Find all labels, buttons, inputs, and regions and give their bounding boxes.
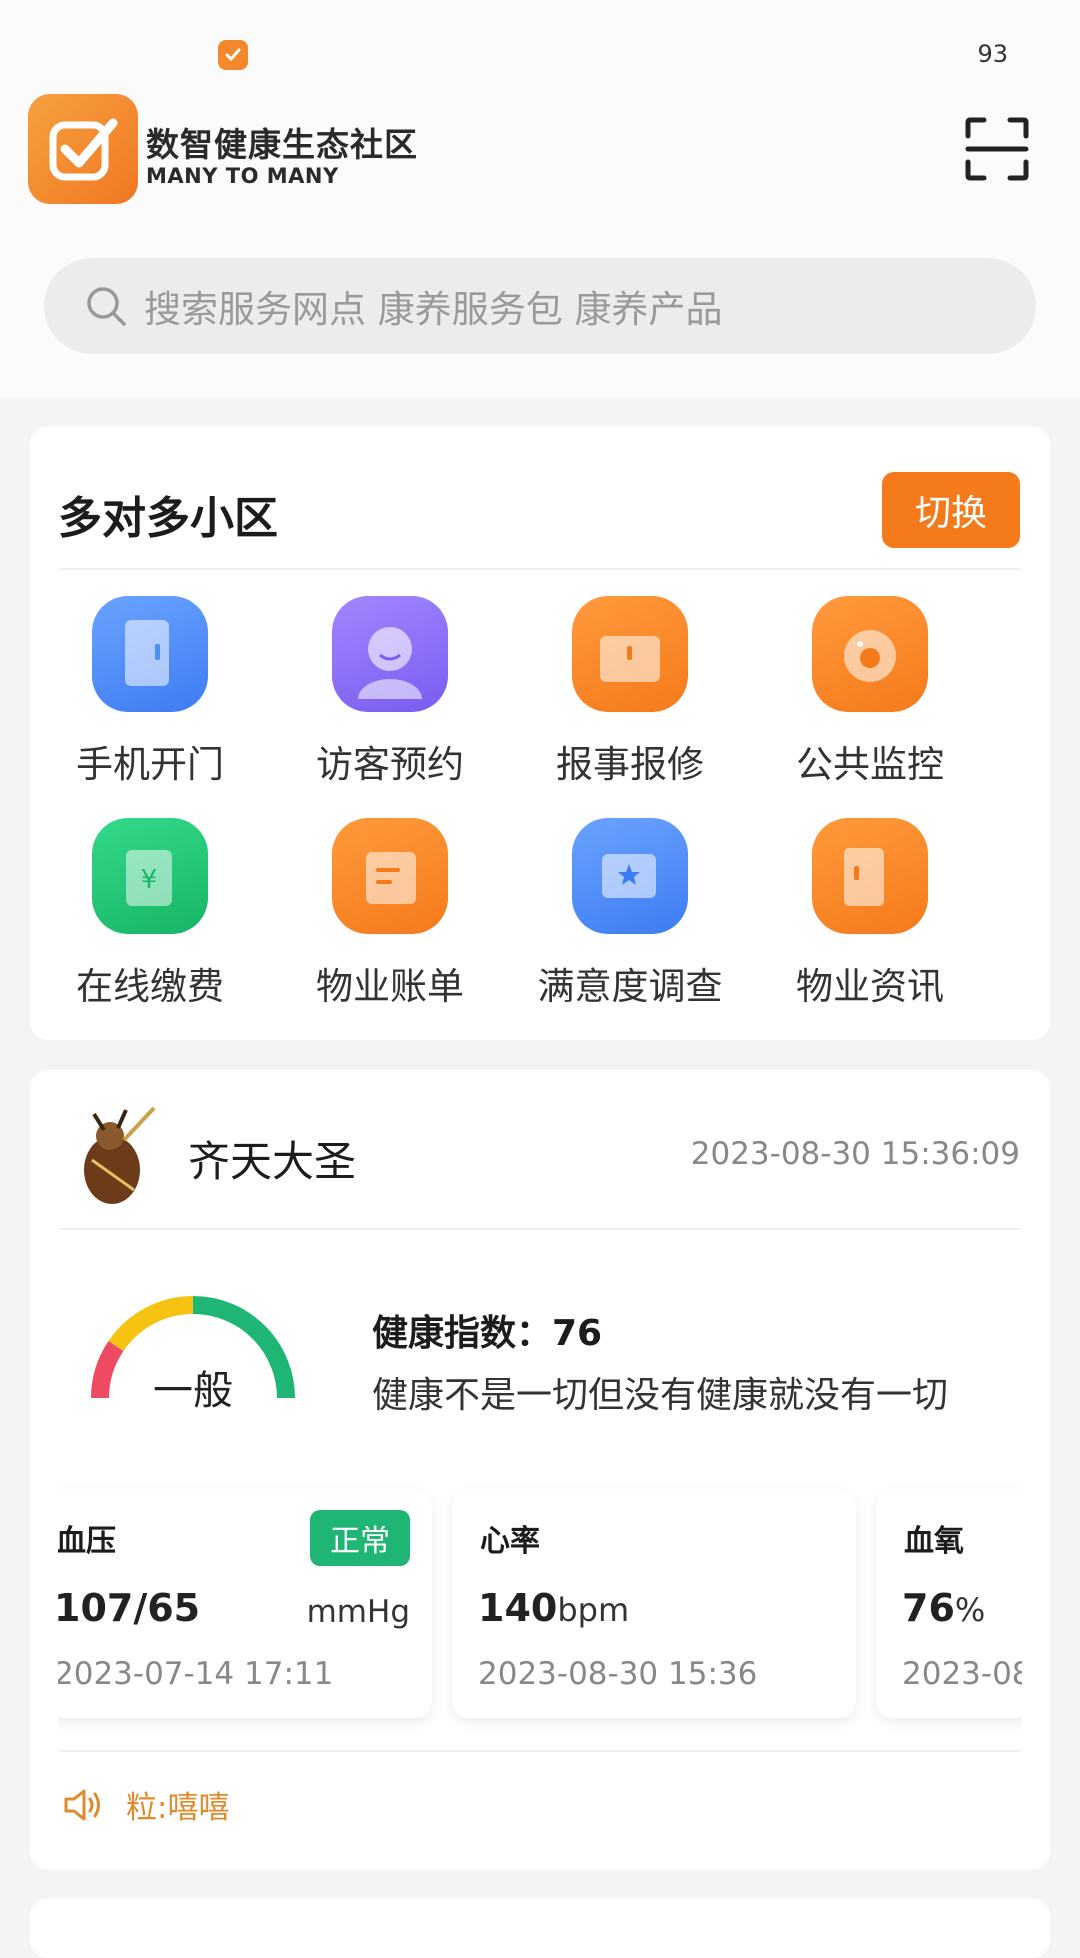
health-card: 齐天大圣 2023-08-30 15:36:09 一般 健康指数：76 健康不是… — [30, 1070, 1050, 1870]
service-payment[interactable]: ¥ 在线缴费 — [30, 818, 270, 1018]
metric-name: 血氧 — [904, 1524, 964, 1559]
speaker-icon — [64, 1789, 100, 1820]
metric-number: 76 — [902, 1586, 955, 1630]
search-icon — [87, 287, 126, 326]
service-monitor[interactable]: 公共监控 — [750, 596, 990, 796]
service-bill[interactable]: 物业账单 — [270, 818, 510, 1018]
bill-icon — [332, 818, 448, 934]
repair-box-icon — [572, 596, 688, 712]
status-badge: 正常 — [310, 1510, 410, 1566]
payment-icon: ¥ — [92, 818, 208, 934]
metrics-carousel[interactable]: 血压 正常 107/65 mmHg 2023-07-14 17:11 心率 14… — [58, 1482, 1022, 1792]
service-label: 报事报修 — [556, 743, 704, 786]
metric-card-blood-pressure[interactable]: 血压 正常 107/65 mmHg 2023-07-14 17:11 — [58, 1490, 432, 1718]
metric-unit: bpm — [557, 1591, 630, 1629]
service-label: 访客预约 — [316, 743, 464, 786]
service-phone-unlock[interactable]: 手机开门 — [30, 596, 270, 796]
metric-value: 107/65 — [58, 1586, 201, 1630]
service-label: 手机开门 — [76, 743, 224, 786]
header-area: 93 数智健康生态社区 MANY TO MANY 搜索服务网点 康养服务包 康养… — [0, 0, 1080, 398]
metric-unit: mmHg — [306, 1594, 410, 1630]
service-label: 满意度调查 — [537, 965, 723, 1008]
service-label: 物业账单 — [316, 965, 464, 1008]
divider — [60, 568, 1020, 570]
divider — [60, 1228, 1020, 1230]
metric-name: 心率 — [480, 1524, 540, 1559]
metric-card-heart-rate[interactable]: 心率 140bpm 2023-08-30 15:36 — [452, 1490, 856, 1718]
avatar[interactable] — [64, 1100, 164, 1210]
next-card-peek — [30, 1898, 1050, 1958]
metric-time: 2023-08-30 15:36 — [902, 1656, 1022, 1692]
notice-text: 粒:嘻嘻 — [126, 1790, 230, 1826]
camera-icon — [812, 596, 928, 712]
service-label: 物业资讯 — [796, 965, 944, 1008]
news-icon — [812, 818, 928, 934]
search-input[interactable]: 搜索服务网点 康养服务包 康养产品 — [44, 258, 1036, 354]
scan-button[interactable] — [964, 116, 1030, 182]
scan-icon — [965, 117, 1029, 181]
search-placeholder: 搜索服务网点 康养服务包 康养产品 — [144, 288, 723, 331]
battery-level: 93 — [977, 40, 1008, 68]
service-news[interactable]: 物业资讯 — [750, 818, 990, 1018]
switch-community-button[interactable]: 切换 — [882, 472, 1020, 548]
brand-title: 数智健康生态社区 — [146, 125, 418, 164]
metric-time: 2023-08-30 15:36 — [478, 1656, 758, 1692]
service-label: 公共监控 — [796, 743, 944, 786]
visitor-icon — [332, 596, 448, 712]
user-name: 齐天大圣 — [188, 1137, 357, 1186]
metric-name: 血压 — [58, 1524, 116, 1559]
metric-unit: % — [954, 1591, 986, 1629]
service-survey[interactable]: 满意度调查 — [510, 818, 750, 1018]
divider — [60, 1750, 1020, 1752]
metric-card-blood-oxygen[interactable]: 血氧 76% 2023-08-30 15:36 — [876, 1490, 1022, 1718]
health-slogan: 健康不是一切但没有健康就没有一切 — [372, 1375, 949, 1416]
avatar-icon — [84, 1106, 156, 1204]
app-notification-icon — [218, 40, 248, 70]
app-logo-icon — [28, 94, 138, 204]
metric-time: 2023-07-14 17:11 — [58, 1656, 334, 1692]
status-bar: 93 — [0, 0, 1080, 80]
svg-text:¥: ¥ — [141, 865, 158, 895]
notice-row[interactable]: 粒:嘻嘻 — [60, 1782, 229, 1827]
service-repair[interactable]: 报事报修 — [510, 596, 750, 796]
service-visitor[interactable]: 访客预约 — [270, 596, 510, 796]
community-title: 多对多小区 — [58, 493, 278, 544]
metric-value: 76% — [902, 1586, 985, 1630]
door-icon — [92, 596, 208, 712]
brand-subtitle: MANY TO MANY — [146, 164, 339, 188]
gauge-label: 一般 — [153, 1368, 233, 1414]
health-index: 健康指数：76 — [372, 1313, 603, 1354]
record-timestamp: 2023-08-30 15:36:09 — [690, 1136, 1020, 1172]
community-card: 多对多小区 切换 手机开门 访客预约 报事报修 公共监控 ¥ 在线缴费 物业账单… — [30, 426, 1050, 1040]
service-label: 在线缴费 — [76, 965, 224, 1008]
metric-number: 140 — [478, 1586, 558, 1630]
metric-value: 140bpm — [478, 1586, 629, 1630]
survey-icon — [572, 818, 688, 934]
